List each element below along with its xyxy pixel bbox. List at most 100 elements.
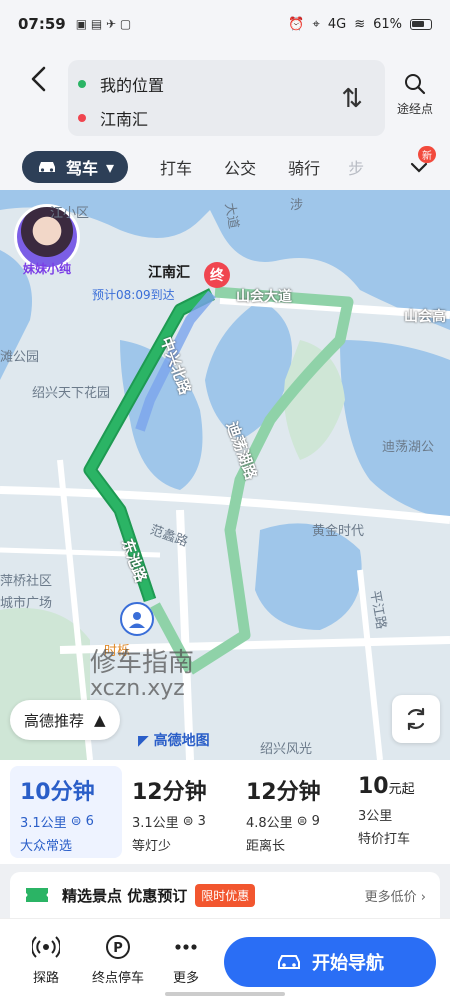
waypoint-label: 途经点 — [396, 102, 433, 116]
parking-icon: P — [106, 935, 130, 959]
road-label-shanhui-high: 山会高 — [404, 309, 446, 325]
place-label: 城市广场 — [0, 596, 53, 611]
route-time: 10分钟 — [20, 780, 95, 805]
place-label: 黄金时代 — [312, 524, 365, 539]
taxi-price: 10 — [358, 774, 389, 799]
route-distance: 3公里 — [358, 809, 393, 824]
tab-cycling[interactable]: 骑行 — [288, 155, 320, 179]
battery-icon — [410, 18, 432, 30]
route-time: 12分钟 — [246, 780, 321, 805]
more-button[interactable]: 更多 — [156, 933, 216, 986]
route-distance-row: 3.1公里 ⊜ 3 — [132, 812, 224, 831]
start-navigation-button[interactable]: 开始导航 — [224, 937, 436, 987]
ticket-icon — [26, 888, 48, 902]
taxi-price-unit: 元起 — [388, 782, 415, 797]
new-badge: 新 — [418, 146, 436, 163]
route-distance-row: 4.8公里 ⊜ 9 — [246, 812, 338, 831]
person-icon — [129, 612, 145, 628]
more-label: 更多 — [172, 971, 199, 986]
route-time: 12分钟 — [132, 780, 207, 805]
place-label: 绍兴天下花园 — [32, 386, 111, 401]
watermark-title: 修车指南 — [90, 648, 195, 678]
watermark-url: xczn.xyz — [90, 676, 185, 702]
refresh-route-button[interactable] — [392, 695, 440, 743]
notification-icons: ▣ ▤ ✈ ▢ — [75, 17, 132, 31]
promo-title: 精选景点 优惠预订 — [62, 886, 188, 905]
car-icon — [39, 162, 55, 172]
place-label: 涉 — [290, 198, 304, 213]
destination-field[interactable]: 江南汇 — [78, 106, 148, 130]
swap-icon[interactable]: ⇅ — [341, 84, 363, 114]
route-input-box: 我的位置 江南汇 ⇅ — [68, 60, 385, 136]
alarm-icon: ⏰ — [288, 16, 305, 32]
origin-dot-icon — [78, 80, 86, 88]
explore-button[interactable]: 探路 — [16, 933, 76, 986]
route-note: 距离长 — [246, 839, 286, 854]
traffic-light-icon: ⊜ — [70, 814, 82, 829]
route-distance: 3.1公里 — [20, 816, 67, 831]
bottom-bar: 探路 P 终点停车 更多 开始导航 — [0, 918, 450, 1000]
route-option-1[interactable]: 10分钟 3.1公里 ⊜ 6 大众常选 — [10, 766, 122, 858]
location-icon: ⌖ — [312, 16, 320, 32]
route-option-3[interactable]: 12分钟 4.8公里 ⊜ 9 距离长 — [236, 766, 348, 858]
tab-transit[interactable]: 公交 — [224, 155, 256, 179]
origin-field[interactable]: 我的位置 — [78, 72, 164, 96]
map-view[interactable]: 妹妹小纯 江南汇 终 预计08:09到达 中兴北路 迪荡湖路 东池路 山会大道 … — [0, 190, 450, 760]
destination-text: 江南汇 — [100, 110, 149, 129]
promo-more-link[interactable]: 更多低价 › — [365, 886, 426, 905]
route-lights: 9 — [311, 814, 320, 829]
back-icon[interactable] — [24, 64, 54, 94]
search-icon — [405, 74, 426, 95]
refresh-icon — [407, 707, 425, 731]
traffic-light-icon: ⊜ — [182, 814, 194, 829]
status-time: 07:59 — [18, 15, 66, 33]
my-location-marker[interactable] — [120, 602, 154, 636]
home-indicator — [165, 992, 285, 996]
map-logo: ◤ 高德地图 — [138, 733, 210, 749]
traffic-light-icon: ⊜ — [296, 814, 308, 829]
tab-drive[interactable]: 驾车 ▾ — [22, 151, 129, 183]
place-label: 绍兴风光 — [260, 742, 313, 757]
waypoint-button[interactable]: 途经点 — [390, 72, 440, 117]
watermark: 修车指南 xczn.xyz — [90, 648, 195, 702]
mode-tabs: 驾车 ▾ 打车 公交 骑行 步 新 — [0, 144, 450, 190]
explore-label: 探路 — [32, 971, 59, 986]
tab-taxi[interactable]: 打车 — [160, 155, 192, 179]
promo-badge: 限时优惠 — [195, 883, 256, 907]
tab-walk[interactable]: 步 — [348, 155, 364, 179]
network-label: 4G — [327, 16, 347, 32]
route-option-2[interactable]: 12分钟 3.1公里 ⊜ 3 等灯少 — [122, 766, 234, 858]
recommend-label: 高德推荐 — [24, 711, 85, 730]
road-label-shanhui: 山会大道 — [236, 289, 292, 305]
route-time: 10元起 — [358, 774, 434, 799]
car-icon — [278, 955, 300, 969]
recommend-button[interactable]: 高德推荐 ▲ — [10, 700, 120, 740]
route-header: 我的位置 江南汇 ⇅ 途经点 — [0, 48, 450, 144]
parking-label: 终点停车 — [91, 971, 144, 986]
place-label: 滩公园 — [0, 350, 40, 365]
start-navigation-label: 开始导航 — [312, 953, 384, 974]
place-label: 迪荡湖公 — [382, 440, 435, 455]
svg-text:P: P — [113, 941, 123, 956]
avatar-caption: 妹妹小纯 — [22, 262, 71, 276]
battery-label: 61% — [373, 16, 402, 32]
more-dots-icon — [175, 944, 197, 950]
destination-dot-icon — [78, 114, 86, 122]
route-note: 等灯少 — [132, 839, 172, 854]
wifi-icon: ≋ — [354, 16, 366, 32]
destination-pin-icon[interactable]: 终 — [204, 262, 230, 288]
status-right: ⏰ ⌖ 4G ≋ 61% — [288, 17, 432, 32]
destination-parking-button[interactable]: P 终点停车 — [86, 933, 150, 986]
promo-banner[interactable]: 精选景点 优惠预订 限时优惠 更多低价 › — [10, 872, 440, 918]
route-note: 大众常选 — [20, 839, 73, 854]
radar-icon — [32, 936, 60, 958]
route-option-taxi[interactable]: 10元起 3公里 特价打车 — [348, 766, 444, 858]
route-lights: 3 — [197, 814, 206, 829]
route-options: 10分钟 3.1公里 ⊜ 6 大众常选 12分钟 3.1公里 ⊜ 3 等灯少 1… — [0, 760, 450, 864]
place-label: 萍桥社区 — [0, 574, 53, 589]
route-lights: 6 — [85, 814, 94, 829]
route-distance: 4.8公里 — [246, 816, 293, 831]
map-destination-name: 江南汇 — [148, 265, 190, 281]
map-logo-text: 高德地图 — [153, 733, 210, 749]
status-bar: 07:59 ▣ ▤ ✈ ▢ ⏰ ⌖ 4G ≋ 61% — [0, 0, 450, 48]
